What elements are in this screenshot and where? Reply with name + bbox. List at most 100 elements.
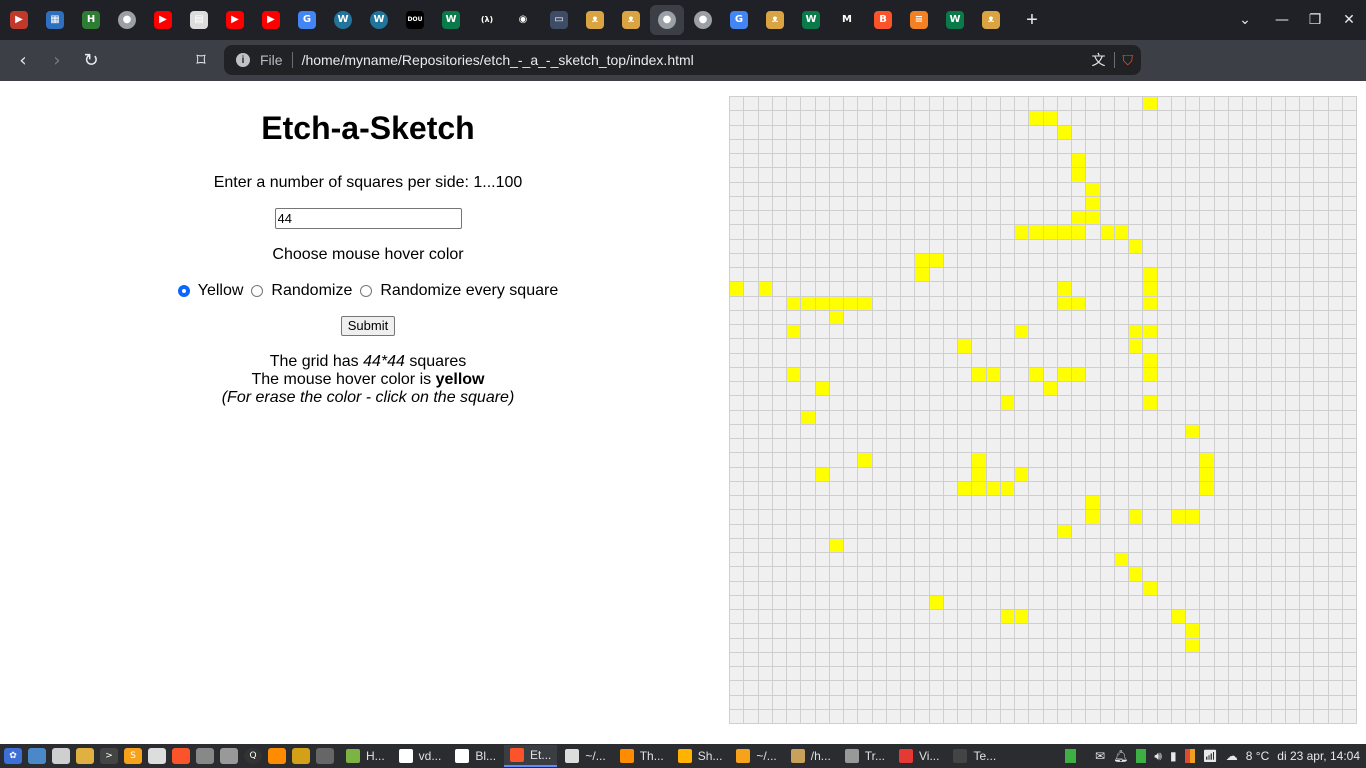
grid-square[interactable] bbox=[801, 439, 816, 454]
grid-square[interactable] bbox=[1000, 453, 1015, 468]
grid-square[interactable] bbox=[915, 424, 930, 439]
grid-square[interactable] bbox=[744, 339, 759, 354]
grid-square[interactable] bbox=[787, 97, 802, 112]
grid-square[interactable] bbox=[986, 652, 1001, 667]
grid-square[interactable] bbox=[758, 524, 773, 539]
grid-square[interactable] bbox=[1328, 182, 1343, 197]
grid-square[interactable] bbox=[1157, 681, 1172, 696]
grid-square[interactable] bbox=[787, 382, 802, 397]
grid-square[interactable] bbox=[1129, 239, 1144, 254]
grid-square[interactable] bbox=[1214, 496, 1229, 511]
grid-square[interactable] bbox=[758, 695, 773, 710]
grid-square[interactable] bbox=[1000, 595, 1015, 610]
grid-square[interactable] bbox=[1214, 111, 1229, 126]
grid-square[interactable] bbox=[787, 439, 802, 454]
search-app-icon[interactable]: Q bbox=[244, 748, 262, 764]
grid-square[interactable] bbox=[1328, 367, 1343, 382]
grid-square[interactable] bbox=[1200, 496, 1215, 511]
grid-square[interactable] bbox=[744, 239, 759, 254]
grid-square[interactable] bbox=[1300, 168, 1315, 183]
grid-square[interactable] bbox=[1300, 610, 1315, 625]
grid-square[interactable] bbox=[958, 182, 973, 197]
grid-square[interactable] bbox=[986, 595, 1001, 610]
grid-square[interactable] bbox=[829, 139, 844, 154]
grid-square[interactable] bbox=[787, 695, 802, 710]
grid-square[interactable] bbox=[787, 538, 802, 553]
grid-square[interactable] bbox=[772, 97, 787, 112]
grid-square[interactable] bbox=[758, 182, 773, 197]
grid-square[interactable] bbox=[1029, 553, 1044, 568]
grid-square[interactable] bbox=[1243, 624, 1258, 639]
grid-square[interactable] bbox=[1015, 524, 1030, 539]
grid-square[interactable] bbox=[1200, 211, 1215, 226]
grid-square[interactable] bbox=[1000, 339, 1015, 354]
grid-square[interactable] bbox=[844, 481, 859, 496]
grid-square[interactable] bbox=[730, 652, 745, 667]
grid-square[interactable] bbox=[1057, 396, 1072, 411]
grid-square[interactable] bbox=[1257, 182, 1272, 197]
grid-square[interactable] bbox=[1143, 439, 1158, 454]
grid-square[interactable] bbox=[1300, 496, 1315, 511]
grid-square[interactable] bbox=[1072, 538, 1087, 553]
grid-square[interactable] bbox=[943, 453, 958, 468]
grid-square[interactable] bbox=[1328, 424, 1343, 439]
grid-square[interactable] bbox=[1157, 581, 1172, 596]
grid-square[interactable] bbox=[1043, 524, 1058, 539]
grid-square[interactable] bbox=[986, 553, 1001, 568]
grid-square[interactable] bbox=[1228, 567, 1243, 582]
grid-square[interactable] bbox=[929, 296, 944, 311]
grid-square[interactable] bbox=[1086, 424, 1101, 439]
grid-square[interactable] bbox=[943, 439, 958, 454]
grid-square[interactable] bbox=[829, 624, 844, 639]
grid-square[interactable] bbox=[1186, 481, 1201, 496]
grid-square[interactable] bbox=[1214, 595, 1229, 610]
grid-square[interactable] bbox=[1057, 567, 1072, 582]
grid-square[interactable] bbox=[1186, 424, 1201, 439]
grid-square[interactable] bbox=[1342, 367, 1357, 382]
grid-square[interactable] bbox=[844, 310, 859, 325]
grid-square[interactable] bbox=[929, 154, 944, 169]
browser-tab[interactable]: ▶ bbox=[254, 5, 288, 35]
grid-square[interactable] bbox=[1029, 667, 1044, 682]
grid-square[interactable] bbox=[1029, 610, 1044, 625]
grid-square[interactable] bbox=[1100, 268, 1115, 283]
grid-square[interactable] bbox=[844, 624, 859, 639]
grid-square[interactable] bbox=[972, 567, 987, 582]
grid-square[interactable] bbox=[886, 567, 901, 582]
grid-square[interactable] bbox=[958, 624, 973, 639]
grid-square[interactable] bbox=[1157, 538, 1172, 553]
grid-square[interactable] bbox=[901, 538, 916, 553]
grid-square[interactable] bbox=[901, 610, 916, 625]
grid-square[interactable] bbox=[815, 610, 830, 625]
grid-square[interactable] bbox=[1285, 424, 1300, 439]
grid-square[interactable] bbox=[1043, 139, 1058, 154]
grid-square[interactable] bbox=[858, 111, 873, 126]
grid-square[interactable] bbox=[1157, 367, 1172, 382]
grid-square[interactable] bbox=[1072, 439, 1087, 454]
text-editor-icon[interactable] bbox=[148, 748, 166, 764]
grid-square[interactable] bbox=[815, 510, 830, 525]
grid-square[interactable] bbox=[986, 154, 1001, 169]
grid-square[interactable] bbox=[1000, 353, 1015, 368]
grid-square[interactable] bbox=[1328, 581, 1343, 596]
grid-square[interactable] bbox=[1072, 496, 1087, 511]
grid-square[interactable] bbox=[815, 382, 830, 397]
grid-square[interactable] bbox=[1043, 695, 1058, 710]
grid-square[interactable] bbox=[772, 667, 787, 682]
grid-square[interactable] bbox=[1228, 339, 1243, 354]
grid-square[interactable] bbox=[1015, 325, 1030, 340]
grid-square[interactable] bbox=[872, 97, 887, 112]
grid-square[interactable] bbox=[1342, 695, 1357, 710]
grid-square[interactable] bbox=[1342, 139, 1357, 154]
grid-square[interactable] bbox=[1314, 652, 1329, 667]
grid-square[interactable] bbox=[1328, 439, 1343, 454]
grid-square[interactable] bbox=[1114, 139, 1129, 154]
grid-square[interactable] bbox=[772, 439, 787, 454]
grid-square[interactable] bbox=[829, 296, 844, 311]
grid-square[interactable] bbox=[829, 695, 844, 710]
grid-square[interactable] bbox=[1243, 652, 1258, 667]
grid-square[interactable] bbox=[1000, 538, 1015, 553]
grid-square[interactable] bbox=[1114, 111, 1129, 126]
grid-square[interactable] bbox=[801, 467, 816, 482]
grid-square[interactable] bbox=[730, 239, 745, 254]
